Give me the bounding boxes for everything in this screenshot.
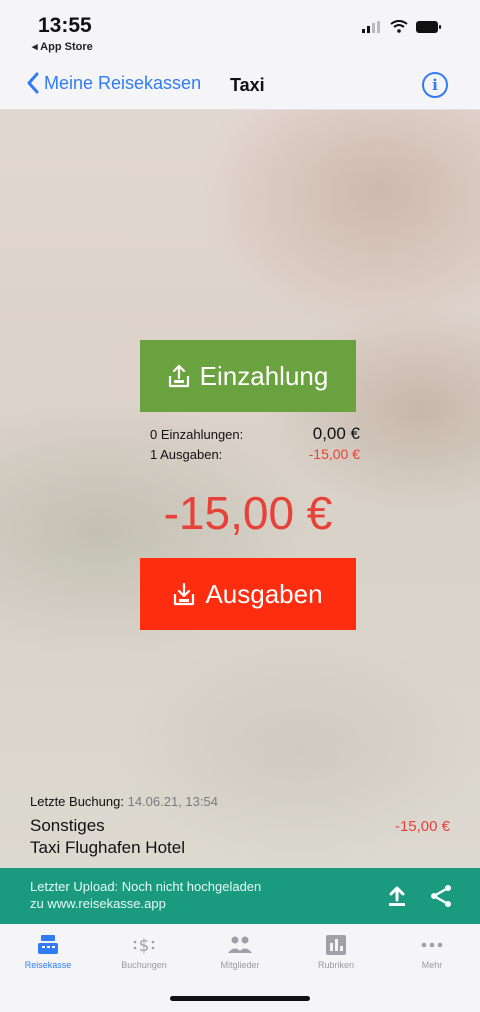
back-to-app-store[interactable]: ◂ App Store [32, 40, 93, 53]
upload-icon[interactable] [386, 884, 408, 908]
battery-icon [416, 20, 441, 33]
svg-text:$: $ [139, 936, 150, 956]
navigation-bar: Meine Reisekassen Taxi i [0, 62, 480, 110]
chart-icon [326, 935, 346, 955]
last-booking-amount: -15,00 € [394, 818, 450, 835]
deposit-icon [168, 364, 189, 388]
share-icon[interactable] [430, 884, 452, 908]
last-booking-header: Letzte Buchung: 14.06.21, 13:54 [30, 794, 218, 809]
expenses-summary: 1 Ausgaben: -15,00 € [150, 446, 360, 462]
tab-mitglieder[interactable]: Mitglieder [192, 924, 288, 984]
status-time: 13:55 [38, 14, 92, 37]
dollar-icon: $ [133, 936, 155, 956]
upload-actions [386, 884, 452, 908]
tab-label: Rubriken [317, 960, 355, 970]
expenses-value: -15,00 € [308, 446, 360, 462]
last-booking-description: Taxi Flughafen Hotel [30, 838, 185, 857]
status-bar: 13:55 ◂ App Store [0, 0, 480, 62]
last-booking-label: Letzte Buchung: [30, 794, 124, 809]
back-button[interactable]: Meine Reisekassen [26, 72, 201, 94]
expenses-label: 1 Ausgaben: [150, 447, 223, 462]
tab-label: Reisekasse [24, 960, 72, 970]
last-booking-category: Sonstiges [30, 816, 105, 835]
cashbox-icon [38, 935, 58, 954]
chevron-left-icon [27, 72, 39, 94]
last-booking-date: 14.06.21, 13:54 [127, 794, 218, 809]
tab-rubriken[interactable]: Rubriken [288, 924, 384, 984]
tab-label: Mitglieder [220, 960, 260, 970]
deposits-summary: 0 Einzahlungen: 0,00 € [150, 424, 360, 444]
more-icon [421, 942, 443, 948]
back-button-label: Meine Reisekassen [44, 72, 202, 93]
upload-status-text: Letzter Upload: Noch nicht hochgeladen z… [30, 878, 261, 912]
tab-label: Mehr [421, 960, 443, 970]
page-title: Taxi [230, 75, 265, 95]
wifi-icon [390, 20, 408, 33]
deposit-button-label: Einzahlung [199, 360, 329, 391]
status-icons [362, 20, 442, 33]
tab-buchungen[interactable]: $ Buchungen [96, 924, 192, 984]
upload-status-line1: Letzter Upload: Noch nicht hochgeladen [30, 879, 262, 894]
tab-mehr[interactable]: Mehr [384, 924, 480, 984]
deposits-value: 0,00 € [312, 424, 360, 443]
expense-icon [174, 582, 195, 606]
deposits-label: 0 Einzahlungen: [150, 427, 244, 442]
tab-label: Buchungen [121, 960, 167, 970]
upload-status-line2: zu www.reisekasse.app [30, 896, 166, 911]
balance-total: -15,00 € [163, 487, 333, 539]
tab-reisekasse[interactable]: Reisekasse [0, 924, 96, 984]
people-icon [228, 936, 252, 953]
tab-bar: Reisekasse $ Buchungen Mitglieder Rubrik… [0, 924, 480, 984]
upload-status-bar: Letzter Upload: Noch nicht hochgeladen z… [0, 868, 480, 924]
expense-button-label: Ausgaben [205, 578, 323, 609]
deposit-button[interactable]: Einzahlung [140, 340, 356, 412]
home-indicator-area [0, 984, 480, 1012]
expense-button[interactable]: Ausgaben [140, 558, 356, 630]
info-icon[interactable]: i [422, 72, 448, 98]
cellular-signal-icon [362, 20, 380, 33]
home-indicator[interactable] [170, 996, 310, 1001]
